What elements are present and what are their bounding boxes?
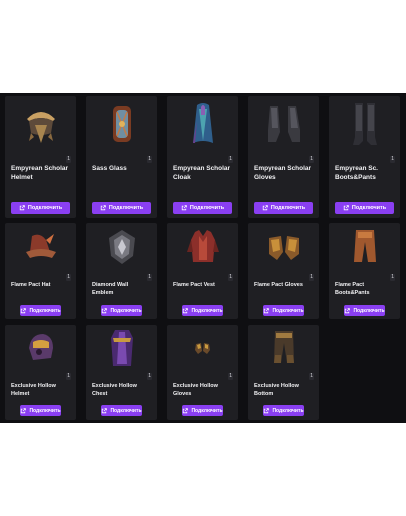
item-name: Empyrean Sc. Boots&Pants [335,165,378,182]
item-count-badge: 1 [390,156,395,163]
connect-button-label: Подключить [29,407,61,414]
item-count-badge: 1 [309,156,314,163]
item-name: Flame Pact Hat [11,282,51,288]
connect-button[interactable]: Подключить [263,405,304,416]
connect-button-label: Подключить [110,407,142,414]
item-name: Diamond Wall Emblem [92,282,129,296]
external-link-icon [181,205,187,211]
external-link-icon [102,307,108,313]
item-name: Exclusive Hollow Helmet [11,383,56,397]
item-card: 1 Exclusive Hollow Gloves Подключить [167,325,238,420]
helmet-icon [5,96,76,152]
item-card: 1 Flame Pact Boots&Pants Подключить [329,223,400,319]
item-name: Flame Pact Boots&Pants [335,282,370,296]
item-card: 1 Diamond Wall Emblem Подключить [86,223,157,319]
item-count-badge: 1 [147,274,152,281]
item-count-badge: 1 [228,373,233,380]
external-link-icon [183,307,189,313]
external-link-icon [264,407,270,413]
item-name: Flame Pact Vest [173,282,215,288]
connect-button-label: Подключить [108,205,144,211]
gloves-icon [248,223,319,271]
item-card: 1 Exclusive Hollow Bottom Подключить [248,325,319,420]
item-count-badge: 1 [66,156,71,163]
external-link-icon [100,205,106,211]
cloak-icon [167,96,238,152]
connect-button[interactable]: Подключить [20,305,61,316]
external-link-icon [183,407,189,413]
item-count-badge: 1 [390,274,395,281]
connect-button[interactable]: Подключить [101,405,142,416]
external-link-icon [345,307,351,313]
item-name: Exclusive Hollow Bottom [254,383,299,397]
item-count-badge: 1 [309,373,314,380]
item-card: 1 Exclusive Hollow Helmet Подключить [5,325,76,420]
item-count-badge: 1 [228,274,233,281]
vest-icon [167,223,238,271]
connect-button-label: Подключить [351,205,387,211]
external-link-icon [262,205,268,211]
connect-button[interactable]: Подключить [182,305,223,316]
item-count-badge: 1 [66,274,71,281]
item-card: 1 Flame Pact Gloves Подключить [248,223,319,319]
connect-button-label: Подключить [189,205,225,211]
gloves-icon [167,325,238,371]
connect-button[interactable]: Подключить [101,305,142,316]
item-card: 1 Empyrean Scholar Helmet Подключить [5,96,76,218]
item-count-badge: 1 [309,274,314,281]
connect-button[interactable]: Подключить [335,202,394,214]
connect-button[interactable]: Подключить [182,405,223,416]
connect-button[interactable]: Подключить [92,202,151,214]
item-name: Exclusive Hollow Gloves [173,383,218,397]
connect-button-label: Подключить [191,407,223,414]
item-name: Empyrean Scholar Cloak [173,165,231,182]
item-card: 1 Empyrean Sc. Boots&Pants Подключить [329,96,400,218]
external-link-icon [21,307,27,313]
item-card: 1 Empyrean Scholar Gloves Подключить [248,96,319,218]
item-card: 1 Flame Pact Vest Подключить [167,223,238,319]
pants-icon [329,223,400,271]
connect-button-label: Подключить [29,307,61,314]
item-count-badge: 1 [66,373,71,380]
pants-icon [248,325,319,371]
item-name: Empyrean Scholar Gloves [254,165,312,182]
item-card: 1 Exclusive Hollow Chest Подключить [86,325,157,420]
item-name: Sass Glass [92,165,127,172]
connect-button[interactable]: Подключить [173,202,232,214]
connect-button-label: Подключить [353,307,385,314]
connect-button-label: Подключить [191,307,223,314]
connect-button[interactable]: Подключить [263,305,304,316]
connect-button[interactable]: Подключить [344,305,385,316]
external-link-icon [21,407,27,413]
item-count-badge: 1 [147,373,152,380]
connect-button-label: Подключить [270,205,306,211]
item-card: 1 Empyrean Scholar Cloak Подключить [167,96,238,218]
boots-icon [329,96,400,152]
gloves-icon [248,96,319,152]
item-count-badge: 1 [228,156,233,163]
item-name: Flame Pact Gloves [254,282,303,288]
connect-button-label: Подключить [27,205,63,211]
emblem-icon [86,223,157,271]
external-link-icon [343,205,349,211]
connect-button-label: Подключить [272,407,304,414]
external-link-icon [264,307,270,313]
external-link-icon [102,407,108,413]
hat-icon [5,223,76,271]
external-link-icon [19,205,25,211]
item-card: 1 Flame Pact Hat Подключить [5,223,76,319]
glass-icon [86,96,157,152]
chest-armor-icon [86,325,157,371]
items-panel: 1 Empyrean Scholar Helmet Подключить 1 S… [0,93,406,423]
item-name: Exclusive Hollow Chest [92,383,137,397]
item-name: Empyrean Scholar Helmet [11,165,69,182]
helmet-icon [5,325,76,371]
connect-button[interactable]: Подключить [11,202,70,214]
connect-button-label: Подключить [110,307,142,314]
connect-button-label: Подключить [272,307,304,314]
item-count-badge: 1 [147,156,152,163]
connect-button[interactable]: Подключить [20,405,61,416]
item-card: 1 Sass Glass Подключить [86,96,157,218]
connect-button[interactable]: Подключить [254,202,313,214]
